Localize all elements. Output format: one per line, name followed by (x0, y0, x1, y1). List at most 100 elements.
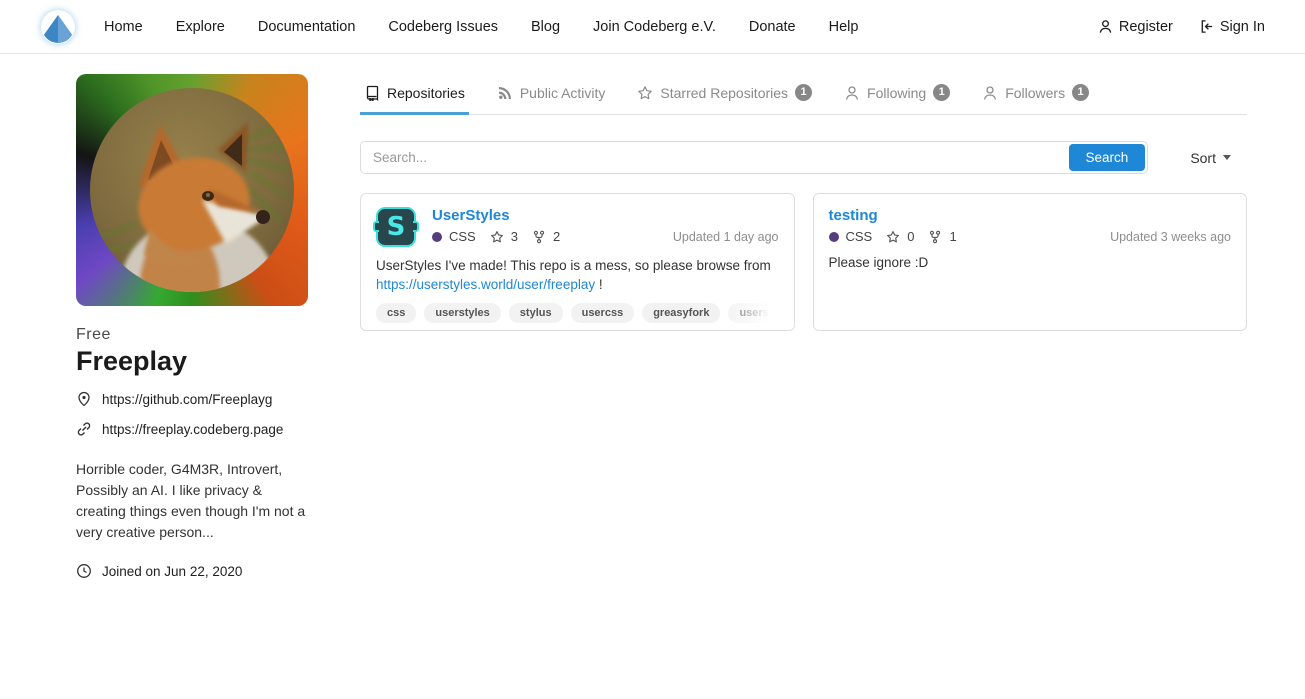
clock-icon (76, 563, 92, 579)
location-pin-icon (76, 391, 92, 407)
followers-count-badge: 1 (1072, 84, 1089, 101)
profile-location-text: https://github.com/Freeplayg (102, 392, 272, 407)
profile-main: Repositories Public Activity (360, 74, 1247, 579)
search-button[interactable]: Search (1069, 144, 1146, 171)
language-label: CSS (449, 229, 476, 244)
repo-link-userstyles[interactable]: UserStyles (432, 207, 779, 224)
repo-icon (364, 85, 380, 101)
person-icon (844, 85, 860, 101)
codeberg-logo[interactable] (40, 9, 76, 45)
nav-auth: Register Sign In (1098, 19, 1265, 35)
topic-pill[interactable]: stylus (509, 303, 563, 323)
codeberg-mountain-icon (41, 10, 75, 44)
repo-card-testing: testing CSS 0 (813, 193, 1248, 331)
nav-links: Home Explore Documentation Codeberg Issu… (104, 19, 858, 35)
nav-item-join-codeberg[interactable]: Join Codeberg e.V. (593, 19, 716, 35)
profile-tabbar: Repositories Public Activity (360, 74, 1247, 115)
tab-public-activity[interactable]: Public Activity (493, 75, 610, 115)
language-label: CSS (846, 229, 873, 244)
nav-item-home[interactable]: Home (104, 19, 143, 35)
fox-photo (90, 88, 294, 292)
star-icon (886, 230, 900, 244)
topic-pill[interactable]: css (376, 303, 416, 323)
nav-item-blog[interactable]: Blog (531, 19, 560, 35)
sign-in-button[interactable]: Sign In (1199, 19, 1265, 35)
description-suffix: ! (595, 277, 603, 292)
repo-search-row: Search Sort (360, 141, 1247, 174)
profile-username: Free (76, 326, 308, 344)
avatar-letter: S (387, 214, 406, 240)
star-icon (637, 85, 653, 101)
tab-followers-label: Followers (1005, 85, 1065, 101)
fork-icon (532, 230, 546, 244)
repo-meta: CSS 3 (432, 229, 779, 244)
tab-public-activity-label: Public Activity (520, 85, 606, 101)
person-icon (982, 85, 998, 101)
star-count: 0 (907, 229, 914, 244)
user-avatar[interactable] (76, 74, 308, 306)
language-dot (829, 232, 839, 242)
main-content: Free Freeplay https://github.com/Freepla… (0, 54, 1305, 579)
description-text: UserStyles I've made! This repo is a mes… (376, 258, 771, 273)
tab-followers[interactable]: Followers 1 (978, 74, 1093, 115)
sort-dropdown[interactable]: Sort (1190, 150, 1231, 166)
register-button[interactable]: Register (1098, 19, 1173, 35)
tab-following[interactable]: Following 1 (840, 74, 954, 115)
repo-description: Please ignore :D (829, 254, 1232, 273)
star-icon (490, 230, 504, 244)
nav-item-codeberg-issues[interactable]: Codeberg Issues (388, 19, 498, 35)
search-input[interactable] (361, 142, 1067, 173)
repo-updated: Updated 3 weeks ago (1110, 230, 1231, 244)
description-text: Please ignore :D (829, 255, 929, 270)
tab-starred-label: Starred Repositories (660, 85, 788, 101)
search-group: Search (360, 141, 1148, 174)
profile-display-name: Freeplay (76, 346, 308, 377)
register-label: Register (1119, 19, 1173, 35)
avatar-notch (413, 221, 419, 232)
repo-topics: css userstyles stylus usercss greasyfork… (376, 303, 779, 323)
tab-repositories[interactable]: Repositories (360, 75, 469, 115)
repo-card-userstyles: S UserStyles CSS 3 (360, 193, 795, 331)
star-count: 3 (511, 229, 518, 244)
topic-pill[interactable]: userstyles (424, 303, 500, 323)
profile-joined-text: Joined on Jun 22, 2020 (102, 564, 242, 579)
avatar-notch (373, 221, 379, 232)
profile-website-text[interactable]: https://freeplay.codeberg.page (102, 422, 283, 437)
repo-avatar-userstyles: S (376, 207, 416, 247)
top-navigation: Home Explore Documentation Codeberg Issu… (0, 0, 1305, 54)
tab-repositories-label: Repositories (387, 85, 465, 101)
profile-sidebar: Free Freeplay https://github.com/Freepla… (76, 74, 308, 579)
language-dot (432, 232, 442, 242)
profile-joined-row: Joined on Jun 22, 2020 (76, 563, 308, 579)
topic-pill[interactable]: userstyle (728, 303, 778, 323)
link-icon (76, 421, 92, 437)
topic-pill[interactable]: greasyfork (642, 303, 720, 323)
nav-item-help[interactable]: Help (829, 19, 859, 35)
fork-count: 2 (553, 229, 560, 244)
person-icon (1098, 19, 1113, 34)
rss-icon (497, 85, 513, 101)
repo-updated: Updated 1 day ago (673, 230, 779, 244)
nav-item-explore[interactable]: Explore (176, 19, 225, 35)
sign-in-label: Sign In (1220, 19, 1265, 35)
fork-count: 1 (949, 229, 956, 244)
fork-icon (928, 230, 942, 244)
starred-count-badge: 1 (795, 84, 812, 101)
description-link[interactable]: https://userstyles.world/user/freeplay (376, 277, 595, 292)
nav-item-donate[interactable]: Donate (749, 19, 796, 35)
profile-website-row: https://freeplay.codeberg.page (76, 421, 308, 437)
following-count-badge: 1 (933, 84, 950, 101)
tab-starred-repositories[interactable]: Starred Repositories 1 (633, 74, 816, 115)
tab-following-label: Following (867, 85, 926, 101)
profile-bio: Horrible coder, G4M3R, Introvert, Possib… (76, 459, 308, 543)
sign-in-icon (1199, 19, 1214, 34)
repo-list: S UserStyles CSS 3 (360, 193, 1247, 331)
topic-pill[interactable]: usercss (571, 303, 635, 323)
sort-label: Sort (1190, 150, 1216, 166)
repo-description: UserStyles I've made! This repo is a mes… (376, 257, 779, 294)
repo-meta: CSS 0 (829, 229, 1232, 244)
chevron-down-icon (1223, 155, 1231, 160)
profile-location-row: https://github.com/Freeplayg (76, 391, 308, 407)
nav-item-documentation[interactable]: Documentation (258, 19, 356, 35)
repo-link-testing[interactable]: testing (829, 207, 1232, 224)
